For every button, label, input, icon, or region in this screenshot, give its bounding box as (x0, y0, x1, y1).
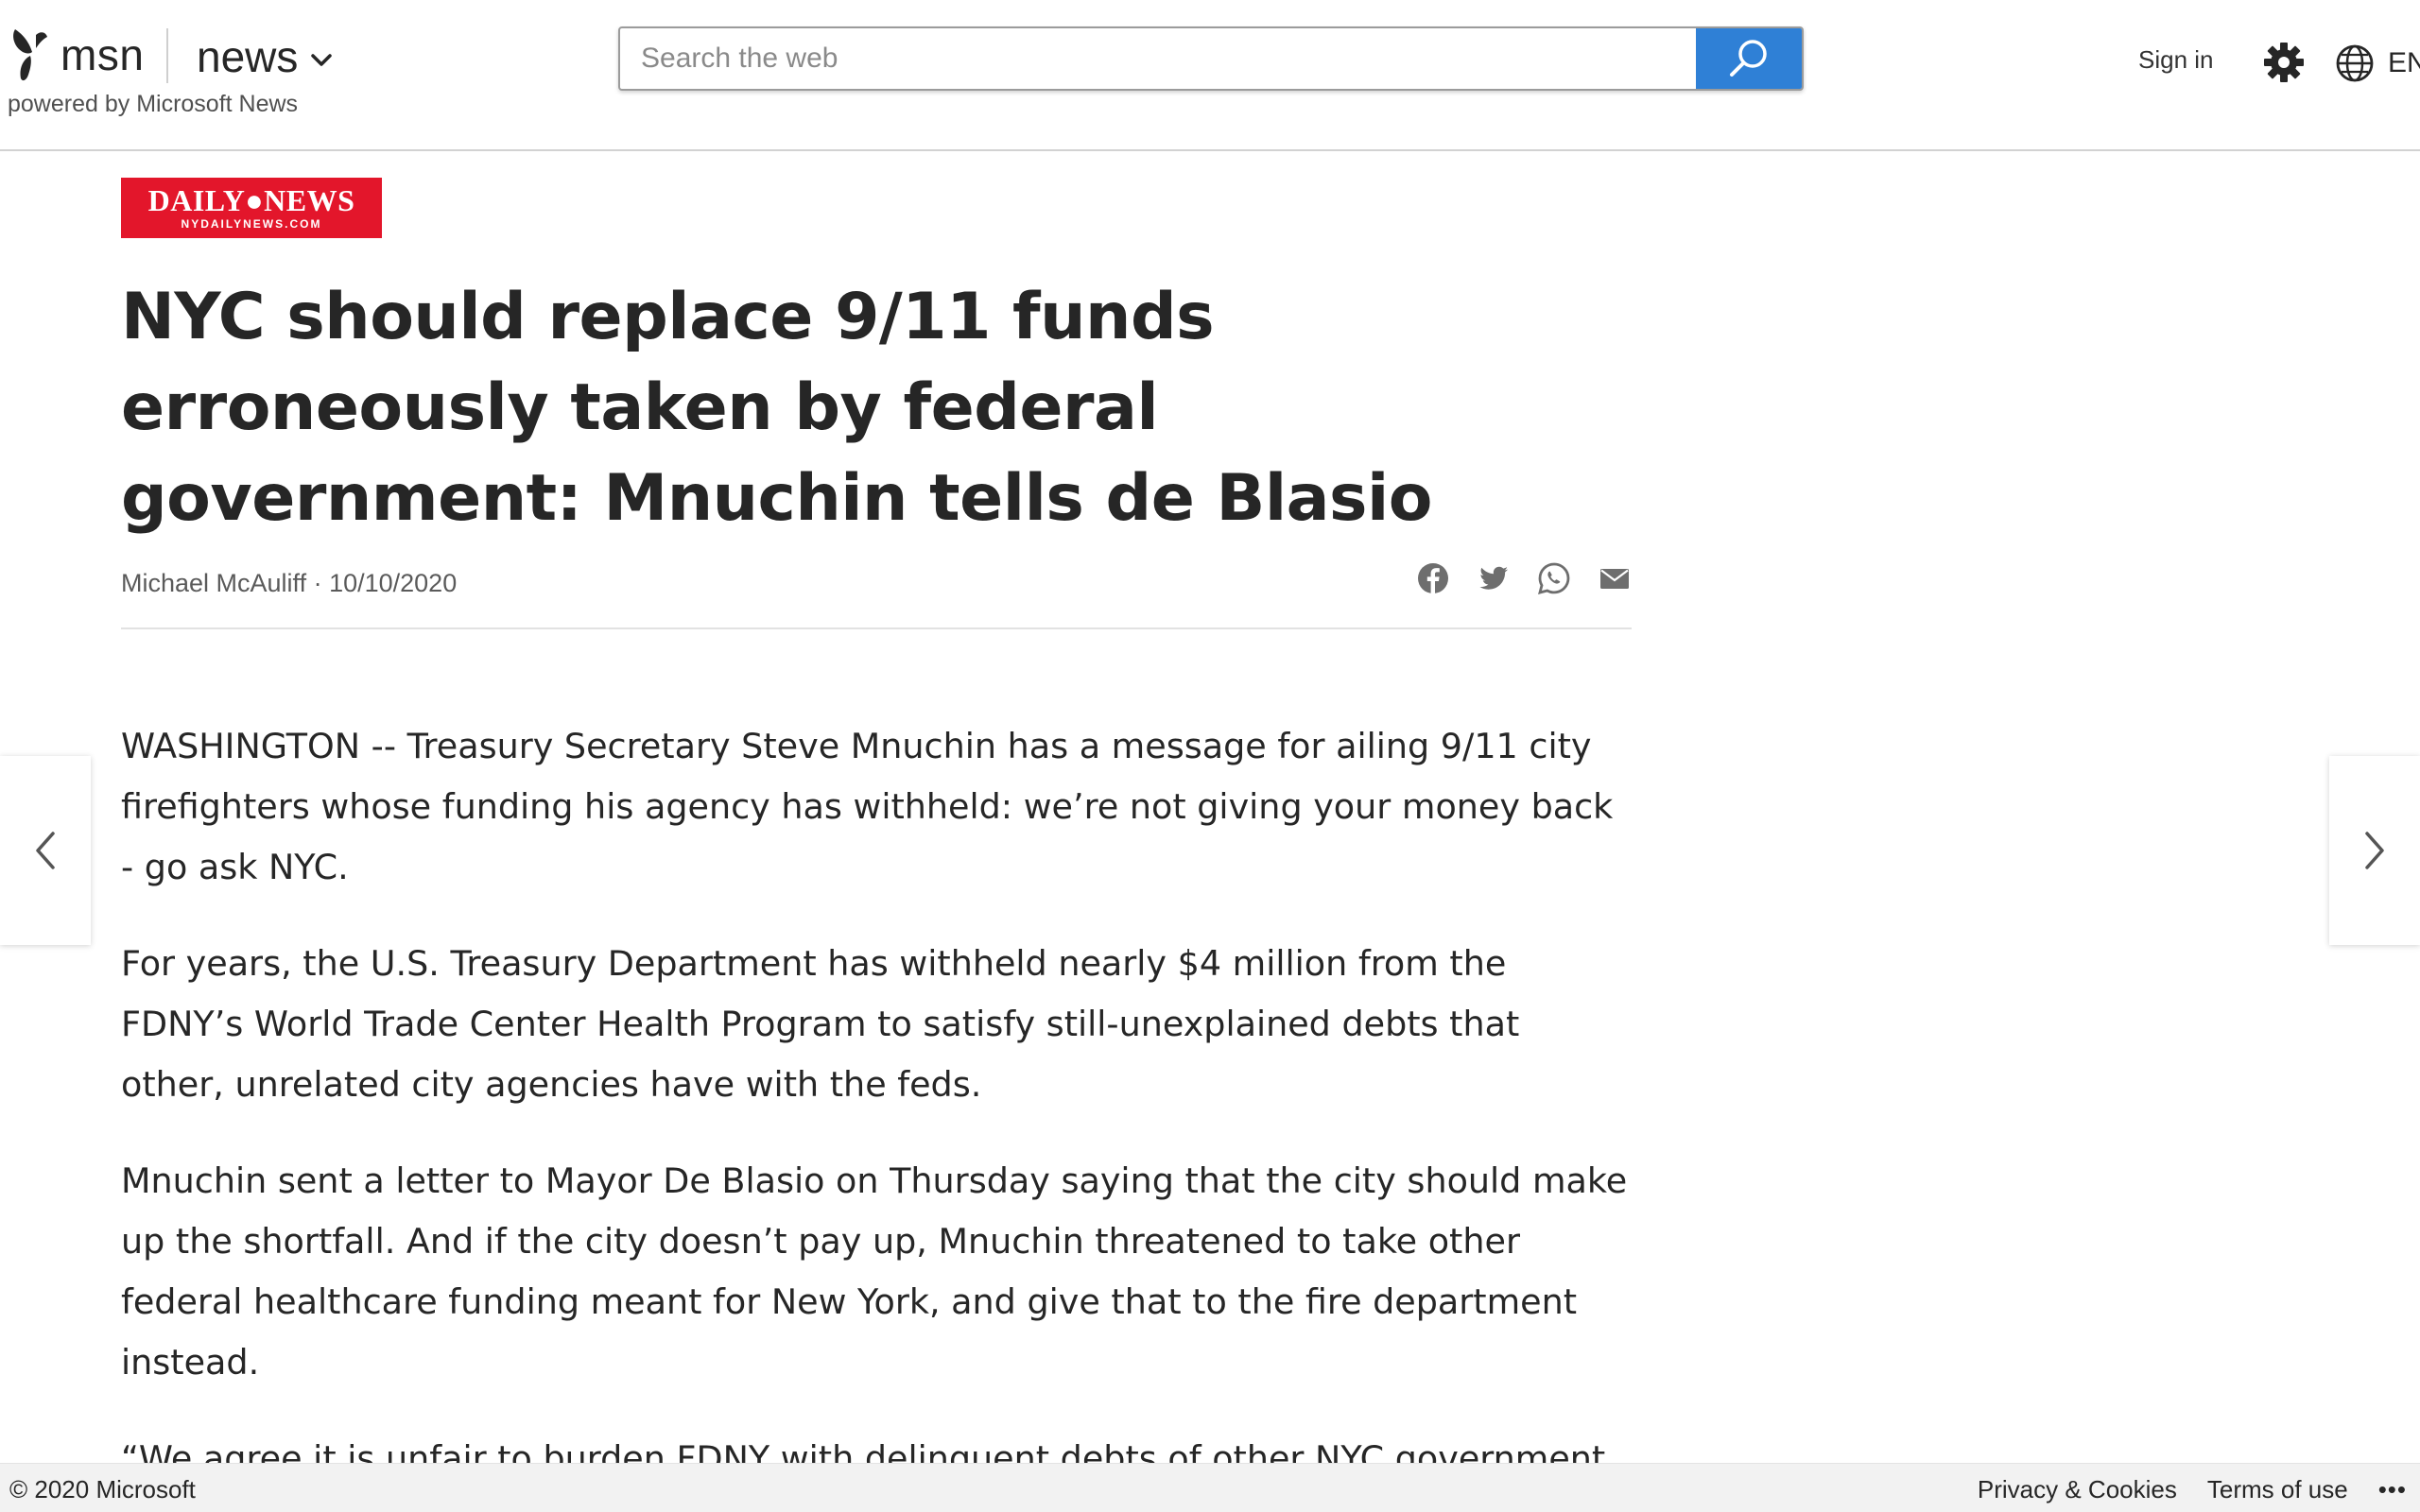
article-paragraph: Mnuchin sent a letter to Mayor De Blasio… (121, 1160, 1628, 1383)
msn-wordmark: msn (60, 30, 145, 79)
twitter-icon[interactable] (1477, 561, 1511, 595)
gear-icon[interactable] (2263, 42, 2305, 83)
search-button[interactable] (1696, 28, 1802, 89)
article-paragraph: WASHINGTON -- Treasury Secretary Steve M… (121, 726, 1614, 887)
share-bar (1390, 561, 1632, 595)
byline-separator: · (306, 569, 330, 597)
article-meta: Michael McAuliff · 10/10/2020 (121, 561, 1632, 607)
search-input[interactable] (620, 28, 1698, 89)
terms-of-use-link[interactable]: Terms of use (2207, 1475, 2348, 1504)
privacy-cookies-link[interactable]: Privacy & Cookies (1978, 1475, 2177, 1504)
search-box (618, 26, 1804, 91)
next-article-button[interactable] (2329, 756, 2420, 945)
butterfly-logo-icon (13, 29, 47, 81)
publisher-logo[interactable]: DAILY●NEWS NYDAILYNEWS.COM (121, 178, 382, 238)
chevron-left-icon (36, 832, 55, 869)
site-footer: © 2020 Microsoft Privacy & Cookies Terms… (0, 1463, 2420, 1512)
article-paragraph: For years, the U.S. Treasury Department … (121, 943, 1520, 1105)
chevron-down-icon (311, 54, 333, 66)
chevron-right-icon (2365, 832, 2384, 869)
article-headline: NYC should replace 9/11 funds erroneousl… (121, 280, 1433, 536)
whatsapp-icon[interactable] (1537, 561, 1571, 595)
sign-in-link[interactable]: Sign in (2138, 45, 2214, 75)
facebook-icon[interactable] (1416, 561, 1450, 595)
article-divider (121, 627, 1632, 629)
publisher-logo-wordmark: DAILY●NEWS (147, 183, 355, 217)
byline: Michael McAuliff · 10/10/2020 (121, 569, 457, 598)
brand-divider (166, 28, 168, 83)
article: DAILY●NEWS NYDAILYNEWS.COM NYC should re… (121, 178, 1632, 1512)
author-name: Michael McAuliff (121, 569, 307, 597)
site-header: msn news powered by Microsoft News Sign … (0, 0, 2420, 151)
email-icon[interactable] (1598, 561, 1632, 595)
search-icon (1730, 40, 1767, 77)
footer-links: Privacy & Cookies Terms of use ••• (1978, 1475, 2420, 1504)
copyright-text: © 2020 Microsoft (9, 1475, 196, 1503)
news-section-label: news (197, 32, 299, 81)
previous-article-button[interactable] (0, 756, 91, 945)
news-section-menu[interactable]: news (197, 28, 333, 85)
msn-logo[interactable]: msn (9, 26, 144, 83)
globe-icon (2336, 44, 2374, 82)
publish-date: 10/10/2020 (329, 569, 458, 597)
more-options-button[interactable]: ••• (2378, 1475, 2407, 1504)
publisher-logo-url: NYDAILYNEWS.COM (181, 217, 322, 231)
powered-by-text: powered by Microsoft News (8, 91, 299, 117)
article-body: WASHINGTON -- Treasury Secretary Steve M… (121, 716, 1632, 1512)
language-selector[interactable]: EN (2388, 47, 2420, 79)
